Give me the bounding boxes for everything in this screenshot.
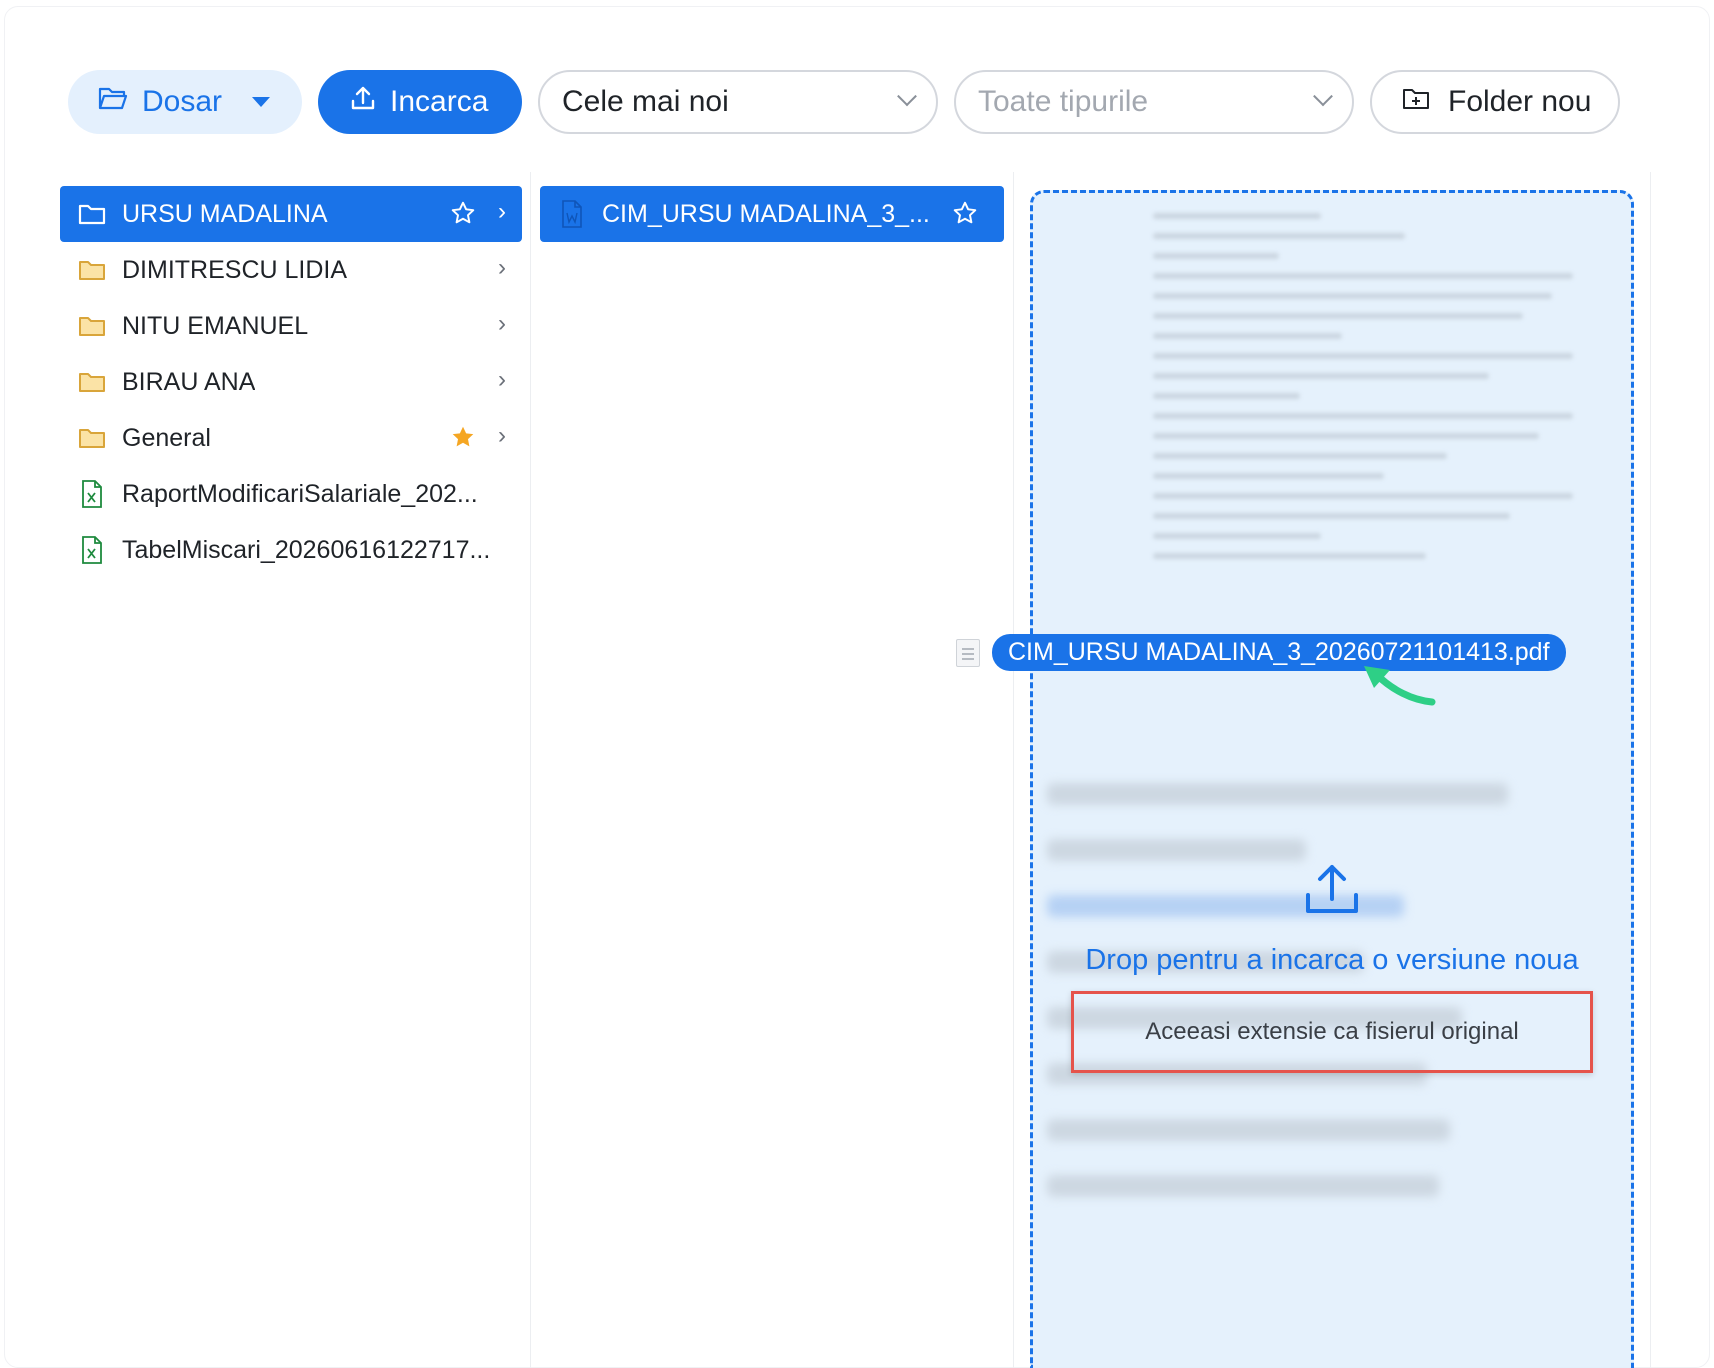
pointer-arrow-icon: [1360, 662, 1440, 717]
drop-title: Drop pentru a incarca o versiune noua: [1085, 944, 1579, 976]
chevron-right-icon: ›: [498, 198, 506, 225]
sort-select[interactable]: Cele mai noi: [538, 70, 938, 134]
file-item-label: TabelMiscari_20260616122717...: [122, 535, 491, 564]
upload-label: Incarca: [390, 85, 489, 118]
folder-item-dimitrescu-lidia[interactable]: DIMITRESCU LIDIA ›: [60, 242, 522, 298]
chevron-right-icon: ›: [498, 310, 506, 337]
chevron-right-icon: ›: [498, 254, 506, 281]
column-divider: [530, 172, 531, 1368]
file-icon: [956, 638, 980, 667]
type-filter-placeholder: Toate tipurile: [978, 85, 1149, 118]
folder-item-general[interactable]: General ›: [60, 410, 522, 466]
file-item-tabel-miscari[interactable]: TabelMiscari_20260616122717...: [60, 522, 522, 578]
file-item-label: CIM_URSU MADALINA_3_...: [602, 199, 930, 228]
dosar-label: Dosar: [142, 85, 223, 118]
star-outline-icon[interactable]: [450, 200, 476, 233]
drop-zone[interactable]: Drop pentru a incarca o versiune noua Ac…: [1030, 190, 1634, 1368]
word-file-icon: [558, 200, 586, 228]
folder-open-icon: [98, 85, 128, 119]
caret-down-icon: [252, 97, 271, 107]
star-outline-icon[interactable]: [952, 200, 978, 233]
sort-select-value: Cele mai noi: [562, 85, 729, 118]
chevron-right-icon: ›: [498, 422, 506, 449]
type-filter-select[interactable]: Toate tipurile: [954, 70, 1354, 134]
excel-file-icon: [78, 480, 106, 508]
chevron-down-icon: [897, 86, 917, 107]
file-column: CIM_URSU MADALINA_3_...: [540, 186, 1004, 242]
excel-file-icon: [78, 536, 106, 564]
drop-message: Drop pentru a incarca o versiune noua Ac…: [1033, 863, 1631, 1073]
dragged-file[interactable]: CIM_URSU MADALINA_3_20260721101413.pdf: [956, 634, 1566, 671]
column-divider: [1013, 172, 1014, 1368]
new-folder-button[interactable]: Folder nou: [1370, 70, 1620, 134]
dragged-file-label: CIM_URSU MADALINA_3_20260721101413.pdf: [992, 634, 1566, 671]
folder-item-label: DIMITRESCU LIDIA: [122, 255, 348, 284]
folder-item-nitu-emanuel[interactable]: NITU EMANUEL ›: [60, 298, 522, 354]
chevron-right-icon: ›: [498, 366, 506, 393]
folder-icon: [78, 312, 106, 340]
toolbar: Dosar Incarca Cele mai noi Toate tipuril…: [68, 70, 1620, 134]
folder-item-ursu-madalina[interactable]: URSU MADALINA ›: [60, 186, 522, 242]
new-folder-label: Folder nou: [1448, 85, 1592, 118]
upload-icon: [1304, 863, 1360, 920]
folder-icon: [78, 368, 106, 396]
upload-button[interactable]: Incarca: [318, 70, 522, 134]
dosar-button[interactable]: Dosar: [68, 70, 302, 134]
upload-icon: [350, 85, 376, 119]
document-preview-thumbnail: [1153, 213, 1573, 673]
folder-icon: [78, 256, 106, 284]
folder-icon: [78, 424, 106, 452]
drop-hint-highlight: Aceeasi extensie ca fisierul original: [1071, 991, 1593, 1073]
chevron-down-icon: [1313, 86, 1333, 107]
folder-item-birau-ana[interactable]: BIRAU ANA ›: [60, 354, 522, 410]
file-item-cim-ursu-madalina[interactable]: CIM_URSU MADALINA_3_...: [540, 186, 1004, 242]
folder-item-label: BIRAU ANA: [122, 367, 256, 396]
folder-plus-icon: [1402, 85, 1430, 119]
folder-item-label: URSU MADALINA: [122, 199, 328, 228]
folder-icon: [78, 200, 106, 228]
folder-item-label: NITU EMANUEL: [122, 311, 309, 340]
file-item-label: RaportModificariSalariale_202...: [122, 479, 478, 508]
file-item-raport[interactable]: RaportModificariSalariale_202...: [60, 466, 522, 522]
column-divider: [1650, 172, 1651, 1368]
drop-hint: Aceeasi extensie ca fisierul original: [1145, 1018, 1519, 1045]
folder-item-label: General: [122, 423, 211, 452]
star-filled-icon[interactable]: [450, 424, 476, 457]
folder-column: URSU MADALINA › DIMITRESCU LIDIA › NITU …: [60, 186, 522, 578]
